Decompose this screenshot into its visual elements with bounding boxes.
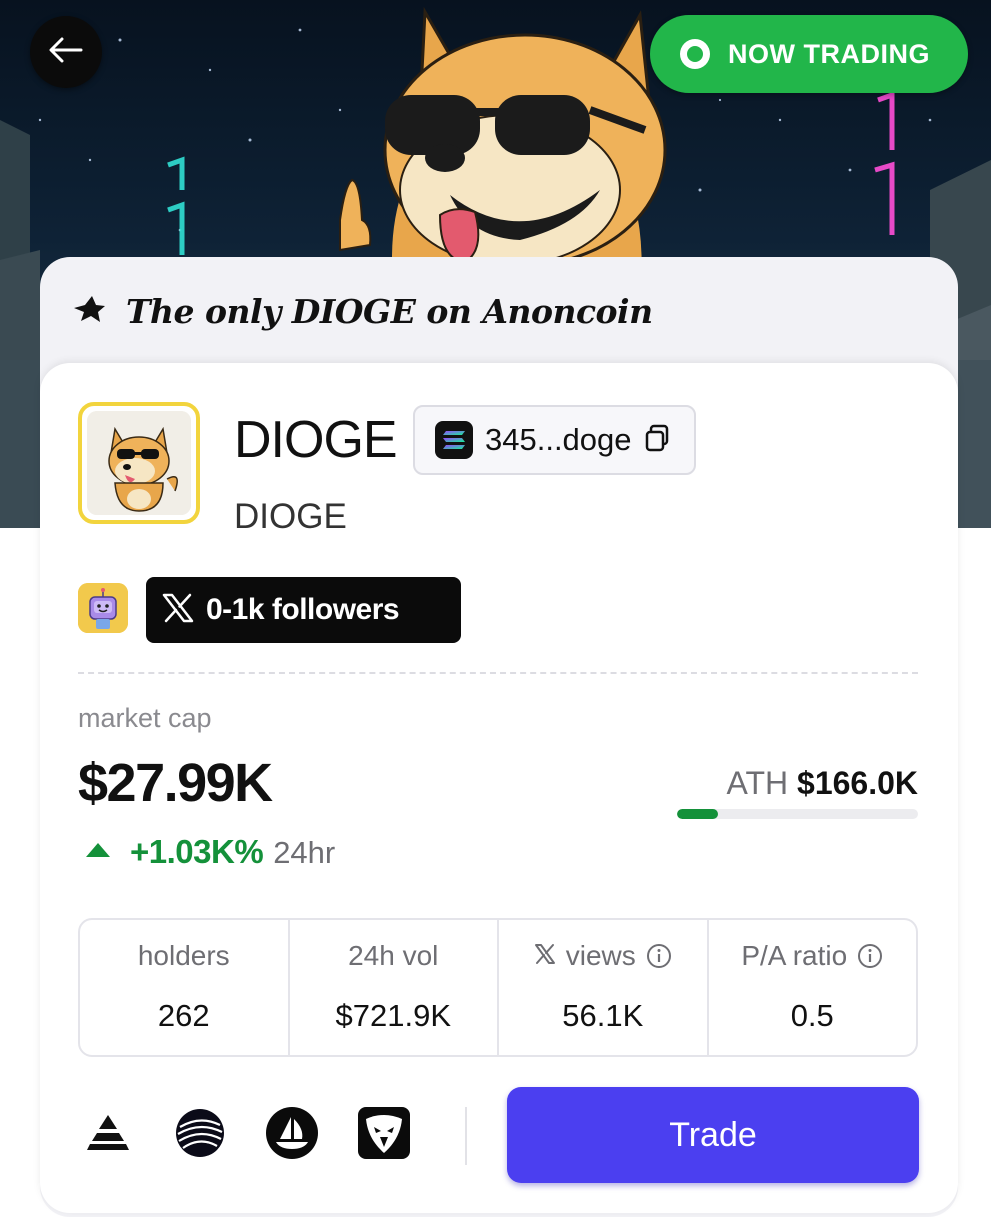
ath-progress-bar bbox=[677, 809, 918, 819]
status-label: NOW TRADING bbox=[728, 38, 930, 69]
contract-address: 345...doge bbox=[485, 422, 632, 457]
stat-holders: holders 262 bbox=[80, 920, 290, 1055]
x-logo-icon bbox=[534, 940, 556, 972]
ath-progress-fill bbox=[677, 809, 718, 819]
vertical-separator bbox=[465, 1107, 467, 1165]
token-avatar bbox=[78, 402, 200, 524]
section-divider bbox=[78, 672, 918, 674]
status-dot-icon bbox=[680, 39, 710, 69]
boat-icon[interactable] bbox=[262, 1103, 322, 1163]
status-badge: NOW TRADING bbox=[650, 15, 968, 93]
token-symbol: DIOGE bbox=[234, 497, 347, 536]
change-period: 24hr bbox=[273, 835, 336, 870]
solana-icon bbox=[435, 421, 473, 459]
x-logo-icon bbox=[162, 593, 194, 628]
pyramid-icon[interactable] bbox=[78, 1103, 138, 1163]
ath-value: $166.0K bbox=[797, 765, 918, 801]
back-button[interactable] bbox=[30, 16, 102, 88]
creator-avatar[interactable] bbox=[78, 583, 128, 633]
tagline: The only DIOGE on Anoncoin bbox=[72, 286, 653, 336]
stat-x-views: views 56.1K bbox=[499, 920, 709, 1055]
stat-label: P/A ratio bbox=[741, 940, 848, 971]
star-icon bbox=[72, 294, 106, 329]
arrow-left-icon bbox=[49, 37, 83, 68]
copy-icon[interactable] bbox=[644, 424, 670, 457]
info-icon[interactable] bbox=[646, 943, 672, 969]
change-percent: +1.03K% bbox=[130, 833, 264, 870]
market-cap-label: market cap bbox=[78, 703, 212, 733]
price-change: +1.03K% 24hr bbox=[86, 833, 335, 871]
stat-label: 24h vol bbox=[348, 940, 439, 971]
x-followers-badge[interactable]: 0-1k followers bbox=[146, 577, 461, 643]
followers-label: 0-1k followers bbox=[206, 593, 400, 626]
contract-address-chip[interactable]: 345...doge bbox=[413, 405, 696, 475]
stat-value: 262 bbox=[157, 998, 210, 1033]
stat-value: 0.5 bbox=[790, 998, 834, 1033]
arrow-up-icon bbox=[86, 843, 110, 857]
eagle-icon[interactable] bbox=[354, 1103, 414, 1163]
ath-label: ATH bbox=[726, 765, 789, 801]
ath-readout: ATH $166.0K bbox=[727, 765, 919, 802]
stat-volume: 24h vol $721.9K bbox=[290, 920, 499, 1055]
info-icon[interactable] bbox=[857, 943, 883, 969]
stat-pa-ratio: P/A ratio 0.5 bbox=[709, 920, 917, 1055]
stat-label: views bbox=[565, 940, 636, 971]
globe-icon[interactable] bbox=[170, 1103, 230, 1163]
token-image bbox=[87, 411, 191, 515]
stats-table: holders 262 24h vol $721.9K views 56.1K … bbox=[78, 918, 918, 1057]
stat-value: $721.9K bbox=[335, 998, 452, 1033]
stat-value: 56.1K bbox=[562, 998, 644, 1033]
market-cap-value: $27.99K bbox=[78, 753, 273, 813]
platform-links bbox=[78, 1103, 446, 1163]
tagline-text: The only DIOGE on Anoncoin bbox=[126, 291, 653, 331]
stat-label: holders bbox=[137, 940, 230, 971]
token-name: DIOGE bbox=[234, 411, 398, 469]
trade-button[interactable]: Trade bbox=[507, 1087, 919, 1183]
